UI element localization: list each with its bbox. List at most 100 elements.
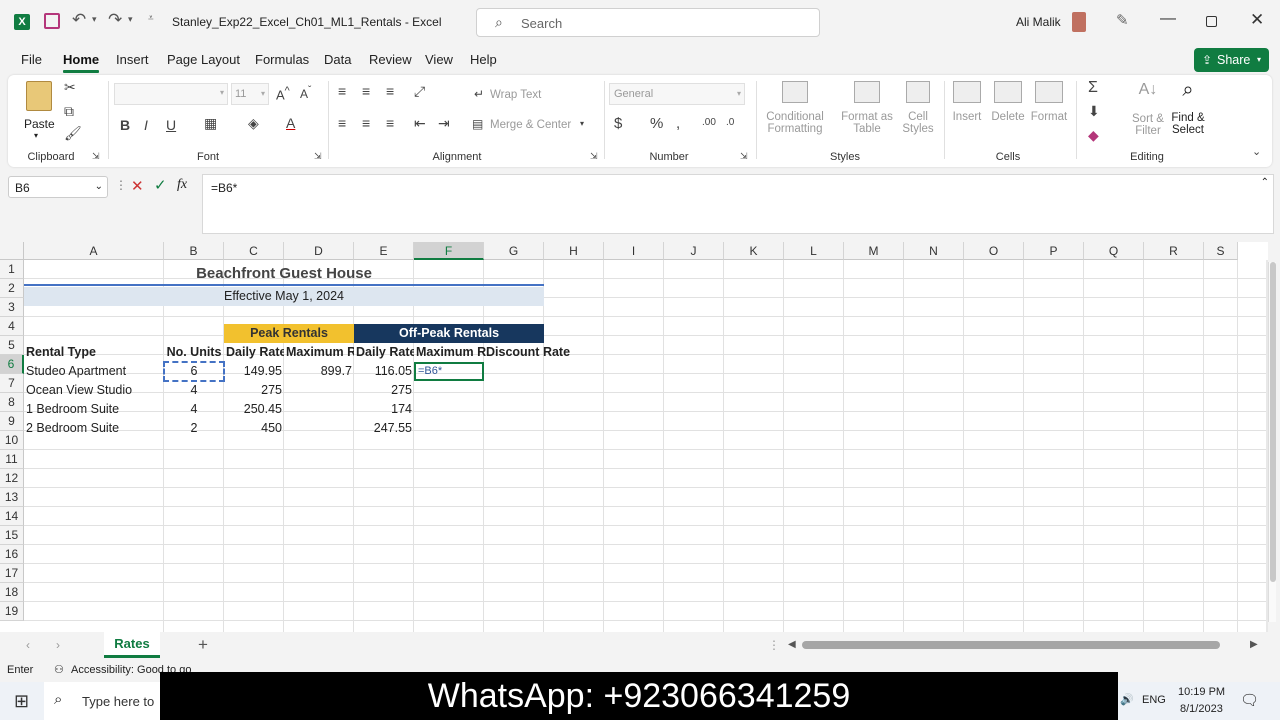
insert-function-icon[interactable]: fx [177,177,187,193]
borders-icon[interactable]: ▦ [204,115,217,132]
pen-icon[interactable]: ✎ [1116,11,1129,29]
fill-color-icon[interactable]: ◈ [248,115,259,132]
share-button[interactable]: ⇪ Share ▾ [1194,48,1269,72]
tab-insert[interactable]: Insert [116,52,149,67]
italic-button[interactable]: I [144,117,148,133]
prev-sheet-icon[interactable]: ‹ [26,638,30,652]
column-header-k[interactable]: K [724,242,784,260]
conditional-formatting-button[interactable]: Conditional Formatting [762,79,828,145]
redo-icon[interactable]: ↷ [108,10,122,30]
column-header-a[interactable]: A [24,242,164,260]
font-size-select[interactable]: 11 ▾ [231,83,269,105]
formula-input[interactable]: =B6* ⌃ [202,174,1274,234]
expand-icon[interactable]: ⌃ [1261,177,1269,188]
cancel-icon[interactable]: ✕ [131,177,144,195]
peak-rentals-header[interactable]: Peak Rentals [224,324,354,343]
cell-e6[interactable]: 116.05 [354,362,414,381]
horizontal-scrollbar[interactable] [802,641,1220,649]
scroll-left-icon[interactable]: ◀ [788,639,796,650]
format-cells-button[interactable]: Format [1030,79,1068,145]
fill-icon[interactable]: ⬇ [1088,103,1100,120]
column-header-l[interactable]: L [784,242,844,260]
clock-time[interactable]: 10:19 PM [1178,686,1225,698]
row-header-17[interactable]: 17 [0,564,24,583]
column-header-h[interactable]: H [544,242,604,260]
column-header-m[interactable]: M [844,242,904,260]
bold-button[interactable]: B [120,117,130,133]
scroll-right-icon[interactable]: ▶ [1250,639,1258,650]
cell-a8[interactable]: 1 Bedroom Suite [24,400,164,419]
header-no-units[interactable]: No. Units [164,343,224,362]
column-header-d[interactable]: D [284,242,354,260]
row-header-3[interactable]: 3 [0,298,24,317]
save-icon[interactable] [44,13,60,29]
insert-cells-button[interactable]: Insert [950,79,984,145]
orientation-icon[interactable]: ⤢ [414,83,425,100]
user-name[interactable]: Ali Malik [1016,15,1061,29]
language-indicator[interactable]: ENG [1142,694,1166,706]
format-painter-icon[interactable]: 🖌 [64,125,82,142]
row-header-12[interactable]: 12 [0,469,24,488]
underline-button[interactable]: U [166,117,176,133]
align-left-icon[interactable]: ≡ [338,115,346,131]
collapse-ribbon-icon[interactable]: ⌄ [1252,145,1261,158]
add-sheet-icon[interactable]: + [198,635,208,655]
customize-qat-icon[interactable]: ⩡ [148,13,154,24]
tab-data[interactable]: Data [324,52,351,67]
cell-styles-button[interactable]: Cell Styles [896,79,940,145]
grow-font-icon[interactable]: A^ [276,85,290,102]
cell-b9[interactable]: 2 [164,419,224,438]
next-sheet-icon[interactable]: › [56,638,60,652]
cell-b7[interactable]: 4 [164,381,224,400]
comma-style-icon[interactable]: , [676,115,680,132]
tab-formulas[interactable]: Formulas [255,52,309,67]
name-box[interactable]: B6 ⌄ [8,176,108,198]
row-header-11[interactable]: 11 [0,450,24,469]
find-select-button[interactable]: ⌕ Find & Select [1166,79,1210,145]
row-header-4[interactable]: 4 [0,317,24,336]
column-header-q[interactable]: Q [1084,242,1144,260]
tab-review[interactable]: Review [369,52,412,67]
row-header-2[interactable]: 2 [0,279,24,298]
column-header-n[interactable]: N [904,242,964,260]
row-header-5[interactable]: 5 [0,336,24,355]
row-header-19[interactable]: 19 [0,602,24,621]
close-icon[interactable]: ✕ [1250,10,1264,30]
align-bottom-icon[interactable]: ≡ [386,83,394,99]
row-header-7[interactable]: 7 [0,374,24,393]
merge-center-button[interactable]: Merge & Center [490,119,571,131]
header-peak-maximum[interactable]: Maximum R [284,343,354,362]
volume-icon[interactable]: 🔊 [1120,693,1134,706]
sheet-subtitle[interactable]: Effective May 1, 2024 [24,287,544,306]
column-header-e[interactable]: E [354,242,414,260]
row-header-10[interactable]: 10 [0,431,24,450]
sheet-title[interactable]: Beachfront Guest House [24,264,544,283]
offpeak-rentals-header[interactable]: Off-Peak Rentals [354,324,544,343]
cell-b8[interactable]: 4 [164,400,224,419]
clear-icon[interactable]: ◆ [1088,127,1099,144]
cell-f6-editing[interactable]: =B6* [414,362,484,381]
column-header-r[interactable]: R [1144,242,1204,260]
dialog-launcher-icon[interactable]: ⇲ [314,151,322,162]
wrap-text-icon[interactable]: ↵ [474,87,484,101]
chevron-down-icon[interactable]: ▾ [580,119,584,128]
clock-date[interactable]: 8/1/2023 [1180,703,1223,715]
font-color-icon[interactable]: A [286,115,295,131]
cell-e7[interactable]: 275 [354,381,414,400]
accessibility-icon[interactable]: ⚇ [54,663,64,676]
row-header-18[interactable]: 18 [0,583,24,602]
row-header-1[interactable]: 1 [0,260,24,279]
column-header-s[interactable]: S [1204,242,1238,260]
row-header-9[interactable]: 9 [0,412,24,431]
cell-c8[interactable]: 250.45 [224,400,284,419]
column-header-o[interactable]: O [964,242,1024,260]
column-header-i[interactable]: I [604,242,664,260]
spreadsheet-grid[interactable]: ABCDEFGHIJKLMNOPQRS 1 2 3 4 5 6 7 8 9 10 11 12 13 14 1… [0,242,1268,632]
column-header-g[interactable]: G [484,242,544,260]
cell-d6[interactable]: 899.7 [284,362,354,381]
header-rental-type[interactable]: Rental Type [24,343,164,362]
paste-button[interactable]: Paste ▾ [22,79,58,145]
tab-view[interactable]: View [425,52,453,67]
row-header-8[interactable]: 8 [0,393,24,412]
notifications-icon[interactable]: 🗨 [1240,691,1259,709]
